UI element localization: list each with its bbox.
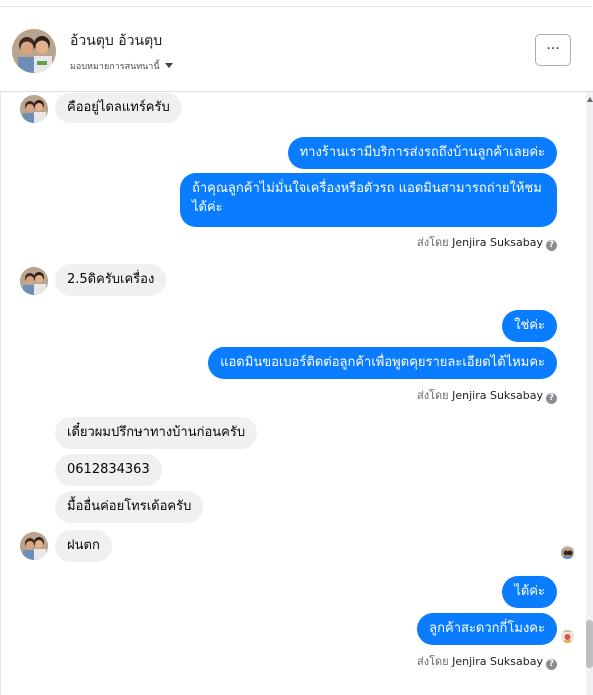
outgoing-message[interactable]: ถ้าคุณลูกค้าไม่มั่นใจเครื่องหรือตัวรถ แอ… xyxy=(180,173,557,227)
sender-avatar xyxy=(20,95,48,123)
help-icon[interactable]: ? xyxy=(546,240,557,251)
agent-name: Jenjira Suksabay xyxy=(452,655,543,668)
outgoing-message[interactable]: แอดมินขอเบอร์ติดต่อลูกค้าเพื่อพูดคุยรายล… xyxy=(208,347,557,379)
outgoing-message[interactable]: ได้ค่ะ xyxy=(502,576,557,608)
assign-label: มอบหมายการสนทนานี้ xyxy=(70,62,160,72)
conversation-header: อ้วนตุบ อ้วนตุบ มอบหมายการสนทนานี้ ··· xyxy=(0,7,593,92)
sender-avatar xyxy=(20,267,48,295)
sender-avatar xyxy=(20,532,48,560)
seen-by-agent-avatar xyxy=(561,630,574,643)
assign-conversation-dropdown[interactable]: มอบหมายการสนทนานี้ xyxy=(70,59,173,73)
agent-name: Jenjira Suksabay xyxy=(452,389,543,402)
agent-name: Jenjira Suksabay xyxy=(452,236,543,249)
help-icon[interactable]: ? xyxy=(546,393,557,404)
caret-down-icon xyxy=(164,63,173,68)
sent-by-label: ส่งโดย Jenjira Suksabay? xyxy=(417,233,557,251)
incoming-message[interactable]: เดี๋ยวผมปรึกษาทางบ้านก่อนครับ xyxy=(55,417,258,449)
scroll-up-arrow-icon[interactable] xyxy=(587,97,593,102)
incoming-message[interactable]: ฝนตก xyxy=(55,530,112,562)
scrollbar-track[interactable] xyxy=(586,92,593,695)
outgoing-message[interactable]: ทางร้านเรามีบริการส่งรถถึงบ้านลูกค้าเลยค… xyxy=(287,137,557,169)
outgoing-message[interactable]: ลูกค้าสะดวกกี่โมงคะ xyxy=(417,613,557,645)
incoming-message[interactable]: คืออยู่ไดลแทร์ครับ xyxy=(55,93,182,123)
outgoing-message[interactable]: ใช่ค่ะ xyxy=(502,310,557,342)
incoming-message[interactable]: 0612834363 xyxy=(55,454,162,486)
scrollbar-thumb[interactable] xyxy=(586,620,593,668)
seen-by-contact-avatar xyxy=(561,546,574,559)
sent-by-label: ส่งโดย Jenjira Suksabay? xyxy=(417,386,557,404)
contact-name: อ้วนตุบ อ้วนตุบ xyxy=(70,33,163,49)
more-options-button[interactable]: ··· xyxy=(535,34,571,66)
help-icon[interactable]: ? xyxy=(546,659,557,670)
incoming-message[interactable]: 2.5ดิครับเครื่อง xyxy=(55,264,167,296)
contact-avatar[interactable] xyxy=(12,29,56,73)
sent-by-label: ส่งโดย Jenjira Suksabay? xyxy=(417,652,557,670)
incoming-message[interactable]: มื้ออื่นค่อยโทรเด้อครับ xyxy=(55,491,204,523)
